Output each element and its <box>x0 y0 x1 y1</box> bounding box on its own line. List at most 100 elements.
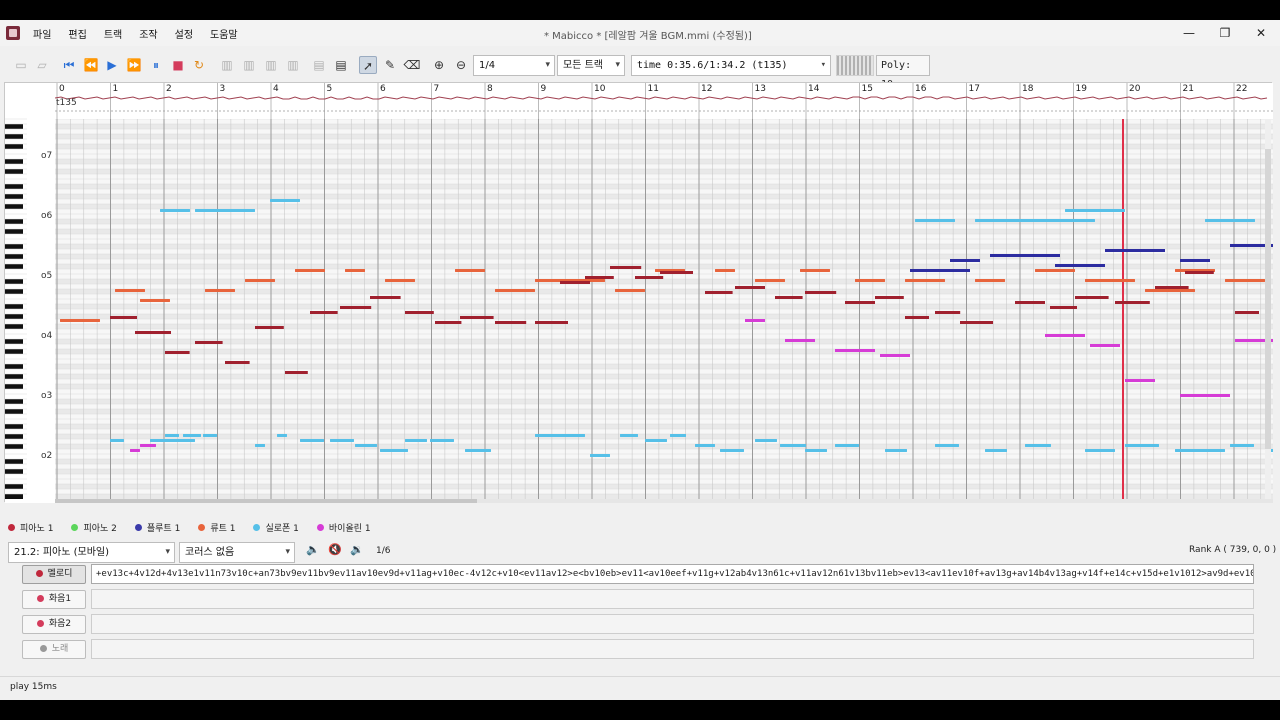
mml-melody-field[interactable]: +ev13c+4v12d+4v13e1v11n73v10c+an73bv9ev1… <box>91 564 1254 584</box>
note-mark <box>985 449 1007 452</box>
time-value: time 0:35.6/1:34.2 (t135) <box>637 60 788 71</box>
speaker-icon[interactable]: 🔈 <box>306 543 320 556</box>
tab-piano-1[interactable]: 피아노 1 <box>8 520 53 534</box>
pitch-row <box>55 434 1273 439</box>
chorus-select[interactable]: 코러스 없음 ▾ <box>179 542 295 563</box>
zoom-out-icon[interactable]: ⊖ <box>452 56 470 74</box>
track-tabs: 피아노 1 피아노 2 플루트 1 류트 1 실로폰 1 바이올린 1 <box>8 520 389 534</box>
open-file-icon[interactable]: ▱ <box>33 56 51 74</box>
tab-violin-1[interactable]: 바이올린 1 <box>316 520 371 534</box>
instrument-select[interactable]: 21.2: 피아노 (모바일) ▾ <box>8 542 175 563</box>
black-key <box>5 134 23 139</box>
mml-chord2-button[interactable]: 화음2 <box>22 615 86 634</box>
note-mark <box>115 289 145 292</box>
black-key <box>5 469 23 474</box>
note-mark <box>300 439 324 442</box>
menu-file[interactable]: 파일 <box>33 26 51 41</box>
pitch-row <box>55 309 1273 314</box>
vertical-scrollbar[interactable] <box>1265 119 1271 499</box>
track-paste-icon[interactable]: ▥ <box>262 56 280 74</box>
black-key <box>5 459 23 464</box>
bar-ruler[interactable]: 0 1 2 3 4 5 6 7 8 9 10 11 12 13 14 15 16 17 18 19 20 21 22 t13… <box>54 83 1273 119</box>
horizontal-scrollbar[interactable] <box>55 499 1273 503</box>
mml-import-icon[interactable]: ▤ <box>310 56 328 74</box>
track-color-dot <box>316 523 324 531</box>
violin-note <box>1090 344 1120 347</box>
pitch-row <box>55 469 1273 474</box>
note-mark <box>1175 449 1225 452</box>
menu-help[interactable]: 도움말 <box>210 26 238 41</box>
maximize-button[interactable]: ❐ <box>1216 24 1234 42</box>
stop-icon[interactable]: ■ <box>169 56 187 74</box>
goto-start-icon[interactable]: ⏮ <box>60 56 78 74</box>
note-mark <box>277 434 287 437</box>
track-filter-select[interactable]: 모든 트랙 ▾ <box>557 55 625 76</box>
tab-lute-1[interactable]: 류트 1 <box>198 520 235 534</box>
note-grid[interactable] <box>55 119 1273 499</box>
track-name: 바이올린 1 <box>328 523 371 534</box>
pitch-row <box>55 399 1273 404</box>
melody-note <box>585 276 614 279</box>
pointer-tool-icon[interactable]: ➚ <box>359 56 377 74</box>
note-mark <box>805 449 827 452</box>
piano-roll[interactable]: o7 o6 o5 o4 o3 o2 0 1 2 3 4 5 6 7 8 9 10 11 12 13 14 15… <box>4 82 1273 503</box>
mml-chord2-field[interactable] <box>91 614 1254 634</box>
mml-chord1-field[interactable] <box>91 589 1254 609</box>
rewind-icon[interactable]: ⏪ <box>82 56 100 74</box>
pitch-row <box>55 189 1273 194</box>
time-select[interactable]: time 0:35.6/1:34.2 (t135) ▾ <box>631 55 831 76</box>
tempo-lane <box>54 83 1273 119</box>
mml-vocal-field[interactable] <box>91 639 1254 659</box>
play-icon[interactable]: ▶ <box>103 56 121 74</box>
fast-forward-icon[interactable]: ⏩ <box>125 56 143 74</box>
chevron-down-icon: ▾ <box>545 60 550 70</box>
note-canvas[interactable] <box>55 119 1273 499</box>
mml-melody-button[interactable]: 멜로디 <box>22 565 86 584</box>
bar-number: 19 <box>1075 84 1087 94</box>
track-name: 실로폰 1 <box>265 523 299 534</box>
scroll-thumb[interactable] <box>1265 149 1271 449</box>
menu-edit[interactable]: 편집 <box>68 26 86 41</box>
melody-note <box>195 341 223 344</box>
melody-note <box>775 296 803 299</box>
bar-number: 18 <box>1022 84 1034 94</box>
note-length-select[interactable]: 1/4 ▾ <box>473 55 555 76</box>
zoom-in-icon[interactable]: ⊕ <box>430 56 448 74</box>
piano-keyboard[interactable]: o7 o6 o5 o4 o3 o2 <box>5 83 55 503</box>
tab-piano-2[interactable]: 피아노 2 <box>71 520 117 534</box>
note-mark <box>255 444 265 447</box>
menu-settings[interactable]: 설정 <box>175 26 193 41</box>
menu-operate[interactable]: 조작 <box>139 26 157 41</box>
pause-icon[interactable]: ⏸ <box>147 56 165 74</box>
chevron-down-icon: ▾ <box>165 547 170 557</box>
mml-vocal-button[interactable]: 노래 <box>22 640 86 659</box>
bar-number: 7 <box>433 84 440 94</box>
speaker-solo-icon[interactable]: 🔉 <box>350 543 364 556</box>
piano-keys[interactable] <box>5 83 55 503</box>
new-file-icon[interactable]: ▭ <box>12 56 30 74</box>
octave-label: o5 <box>41 271 53 281</box>
scroll-thumb[interactable] <box>55 499 477 503</box>
bar-number: 5 <box>326 84 333 94</box>
menu-track[interactable]: 트랙 <box>104 26 122 41</box>
track-insert-icon[interactable]: ▥ <box>218 56 236 74</box>
note-mark <box>975 219 1095 222</box>
speaker-mute-icon[interactable]: 🔇 <box>328 543 342 556</box>
mml-export-icon[interactable]: ▤ <box>332 56 350 74</box>
eraser-tool-icon[interactable]: ⌫ <box>403 56 421 74</box>
loop-icon[interactable]: ↻ <box>190 56 208 74</box>
close-button[interactable]: ✕ <box>1252 24 1270 42</box>
black-key <box>5 184 23 189</box>
tab-xylophone-1[interactable]: 실로폰 1 <box>253 520 299 534</box>
track-delete-icon[interactable]: ▥ <box>284 56 302 74</box>
note-mark <box>695 444 715 447</box>
track-copy-icon[interactable]: ▥ <box>240 56 258 74</box>
note-mark <box>430 439 454 442</box>
pencil-tool-icon[interactable]: ✎ <box>381 56 399 74</box>
tab-flute-1[interactable]: 플루트 1 <box>134 520 180 534</box>
note-mark <box>160 209 190 212</box>
minimize-button[interactable]: — <box>1180 24 1198 42</box>
mml-chord1-button[interactable]: 화음1 <box>22 590 86 609</box>
note-mark <box>780 444 806 447</box>
bar-number: 13 <box>754 84 766 94</box>
